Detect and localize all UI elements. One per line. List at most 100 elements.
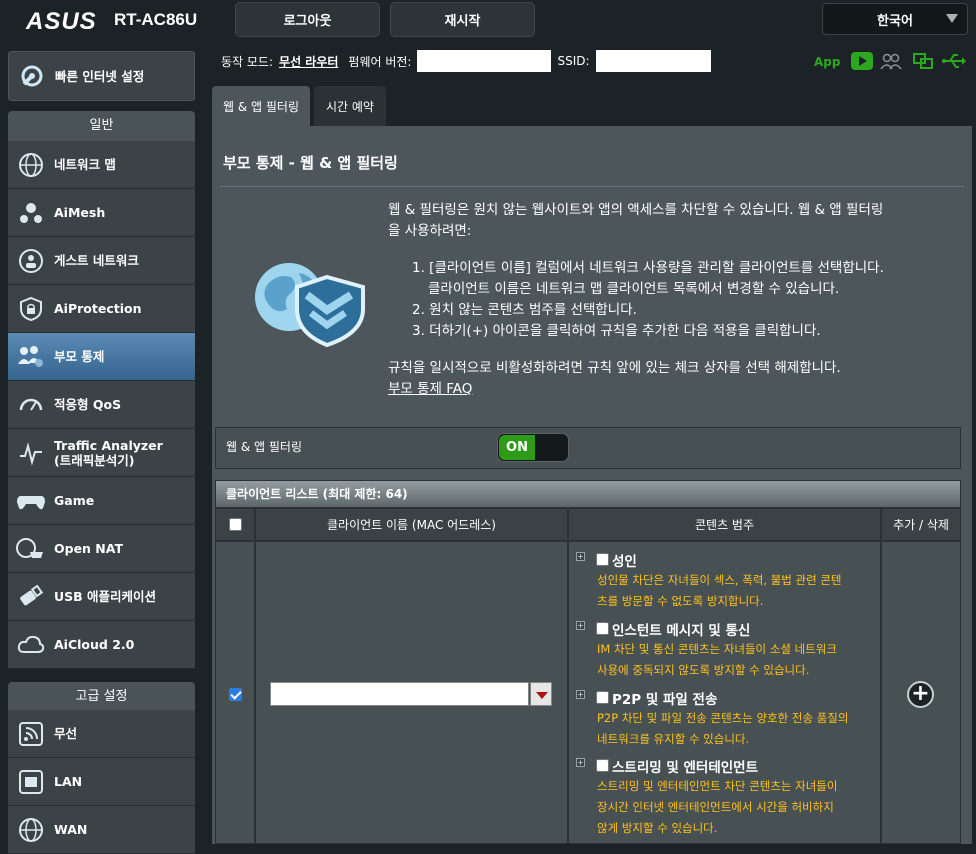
category-title: 성인 xyxy=(612,554,637,570)
sidebar-item-lan[interactable]: LAN xyxy=(8,758,195,806)
sidebar-item-label: AiProtection xyxy=(54,301,142,316)
sidebar-item-game[interactable]: Game xyxy=(8,477,195,525)
asus-logo: ASUS xyxy=(26,8,97,35)
column-add-delete: 추가 / 삭제 xyxy=(881,508,961,541)
chevron-down-icon xyxy=(946,14,958,23)
page-title: 부모 통제 - 웹 & 앱 필터링 xyxy=(223,154,398,172)
operation-mode-link[interactable]: 무선 라우터 xyxy=(279,53,338,70)
column-client-name: 클라이언트 이름 (MAC 어드레스) xyxy=(255,508,568,541)
client-list-header: 클라이언트 리스트 (최대 제한: 64) xyxy=(215,480,961,508)
sidebar-item-aiprotection[interactable]: AiProtection xyxy=(8,285,195,333)
category-checkbox[interactable] xyxy=(596,622,609,635)
filter-toggle-switch[interactable]: ON xyxy=(497,433,569,462)
sidebar-item-traffic-analyzer[interactable]: Traffic Analyzer (트래픽분석기) xyxy=(8,429,195,477)
category-description: P2P 차단 및 파일 전송 콘텐츠는 양호한 전송 품질의 네트워크를 유지할 … xyxy=(597,711,849,746)
sidebar-item-label: 적응형 QoS xyxy=(54,397,122,412)
sidebar-item-adaptive-qos[interactable]: 적응형 QoS xyxy=(8,381,195,429)
firmware-label: 펌웨어 버전: xyxy=(348,54,412,69)
ssid-label: SSID: xyxy=(557,54,590,68)
quick-setup-label: 빠른 인터넷 설정 xyxy=(55,68,145,84)
globe-icon xyxy=(16,150,46,180)
sidebar-item-label: Open NAT xyxy=(54,541,123,556)
category-description: 성인물 차단은 자녀들이 섹스, 폭력, 불법 관련 콘텐 츠를 방문할 수 없도… xyxy=(597,573,842,608)
category-title: P2P 및 파일 전송 xyxy=(612,692,718,708)
network-status-icon[interactable] xyxy=(912,52,934,70)
add-rule-button[interactable]: + xyxy=(907,681,934,708)
sidebar-item-label: Traffic Analyzer (트래픽분석기) xyxy=(54,437,163,468)
category-checkbox[interactable] xyxy=(596,759,609,772)
category-title: 인스턴트 메시지 및 통신 xyxy=(612,623,751,639)
lock-shield-icon xyxy=(16,294,46,324)
lan-icon xyxy=(16,767,46,797)
sidebar-item-open-nat[interactable]: Open NAT xyxy=(8,525,195,573)
ssid-value[interactable] xyxy=(595,50,711,72)
description-steps: 1. [클라이언트 이름] 컬럼에서 네트워크 사용량을 관리할 클라이언트를 … xyxy=(412,260,884,339)
sidebar-item-label: AiCloud 2.0 xyxy=(54,637,135,652)
youtube-play-icon[interactable] xyxy=(851,52,873,70)
column-content-category: 콘텐츠 범주 xyxy=(568,508,881,541)
sidebar-item-label: LAN xyxy=(54,774,83,789)
logout-button[interactable]: 로그아웃 xyxy=(235,2,380,37)
clients-icon[interactable] xyxy=(880,52,902,70)
category-checkbox[interactable] xyxy=(596,691,609,704)
sidebar-item-label: 네트워크 맵 xyxy=(54,157,116,172)
gauge-icon xyxy=(16,390,46,420)
top-bar: ASUS RT-AC86U 로그아웃 재시작 한국어 xyxy=(0,0,976,40)
expand-icon[interactable]: + xyxy=(576,552,585,561)
divider xyxy=(220,186,964,187)
filter-toggle-row xyxy=(215,427,961,469)
language-select[interactable]: 한국어 xyxy=(822,3,968,35)
sidebar-item-network-map[interactable]: 네트워크 맵 xyxy=(8,141,195,189)
faq-link[interactable]: 부모 통제 FAQ xyxy=(388,379,472,400)
reboot-button[interactable]: 재시작 xyxy=(390,2,535,37)
model-name: RT-AC86U xyxy=(114,10,198,29)
family-icon xyxy=(16,342,46,372)
expand-icon[interactable]: + xyxy=(576,621,585,630)
toggle-state: ON xyxy=(499,435,535,460)
select-all-checkbox[interactable] xyxy=(228,518,242,531)
sidebar-item-parental-control[interactable]: 부모 통제 xyxy=(8,333,195,381)
wireless-icon xyxy=(16,719,46,749)
expand-icon[interactable]: + xyxy=(576,758,585,767)
general-menu-header: 일반 xyxy=(8,111,195,141)
sidebar-item-guest-network[interactable]: 게스트 네트워크 xyxy=(8,237,195,285)
sidebar-item-wan[interactable]: WAN xyxy=(8,806,195,854)
sidebar-item-quick-setup[interactable]: 빠른 인터넷 설정 xyxy=(8,51,195,101)
client-name-input[interactable] xyxy=(270,682,529,706)
category-checkbox[interactable] xyxy=(596,553,609,566)
rule-enable-checkbox[interactable] xyxy=(229,688,242,701)
sidebar-item-wireless[interactable]: 무선 xyxy=(8,710,195,758)
sidebar-item-label: 게스트 네트워크 xyxy=(54,253,139,268)
sidebar-item-label: USB 애플리케이션 xyxy=(54,589,157,604)
tab-web-app-filter[interactable]: 웹 & 앱 필터링 xyxy=(212,86,310,126)
sidebar-item-aimesh[interactable]: AiMesh xyxy=(8,189,195,237)
app-link[interactable]: App xyxy=(814,55,840,69)
sidebar-item-aicloud[interactable]: AiCloud 2.0 xyxy=(8,621,195,669)
open-nat-icon xyxy=(16,534,46,564)
category-description: 스트리밍 및 엔터테인먼트 차단 콘텐츠는 자녀들이 장시간 인터넷 엔터테인먼트… xyxy=(597,779,838,835)
description-intro: 웹 & 필터링은 원치 않는 웹사이트와 앱의 액세스를 차단할 수 있습니다.… xyxy=(388,202,884,239)
select-all-cell xyxy=(215,508,255,541)
expand-icon[interactable]: + xyxy=(576,690,585,699)
firmware-version-value[interactable] xyxy=(417,50,552,72)
globe-shield-icon xyxy=(255,263,365,347)
sidebar-item-label: WAN xyxy=(54,822,88,837)
client-dropdown-button[interactable] xyxy=(530,682,552,706)
usb-status-icon[interactable] xyxy=(942,52,966,70)
tab-time-scheduling[interactable]: 시간 예약 xyxy=(314,86,386,126)
category-title: 스트리밍 및 엔터테인먼트 xyxy=(612,760,759,776)
mesh-icon xyxy=(16,198,46,228)
category-description: IM 차단 및 통신 콘텐츠는 자녀들이 소셜 네트워크 사용에 중독되지 않도록… xyxy=(597,642,837,677)
description-note: 규칙을 일시적으로 비활성화하려면 규칙 앞에 있는 체크 상자를 선택 해제합… xyxy=(388,360,841,376)
wrench-icon xyxy=(17,61,47,91)
filter-toggle-label: 웹 & 앱 필터링 xyxy=(226,440,303,454)
guest-network-icon xyxy=(16,246,46,276)
sidebar-item-label: Game xyxy=(54,493,95,508)
sidebar-item-label: 무선 xyxy=(54,726,78,741)
operation-mode-label: 동작 모드: xyxy=(221,54,274,69)
usb-icon xyxy=(16,582,46,612)
sidebar-item-label: AiMesh xyxy=(54,205,106,220)
sidebar-item-usb-apps[interactable]: USB 애플리케이션 xyxy=(8,573,195,621)
wan-globe-icon xyxy=(16,815,46,845)
traffic-icon xyxy=(16,438,46,468)
